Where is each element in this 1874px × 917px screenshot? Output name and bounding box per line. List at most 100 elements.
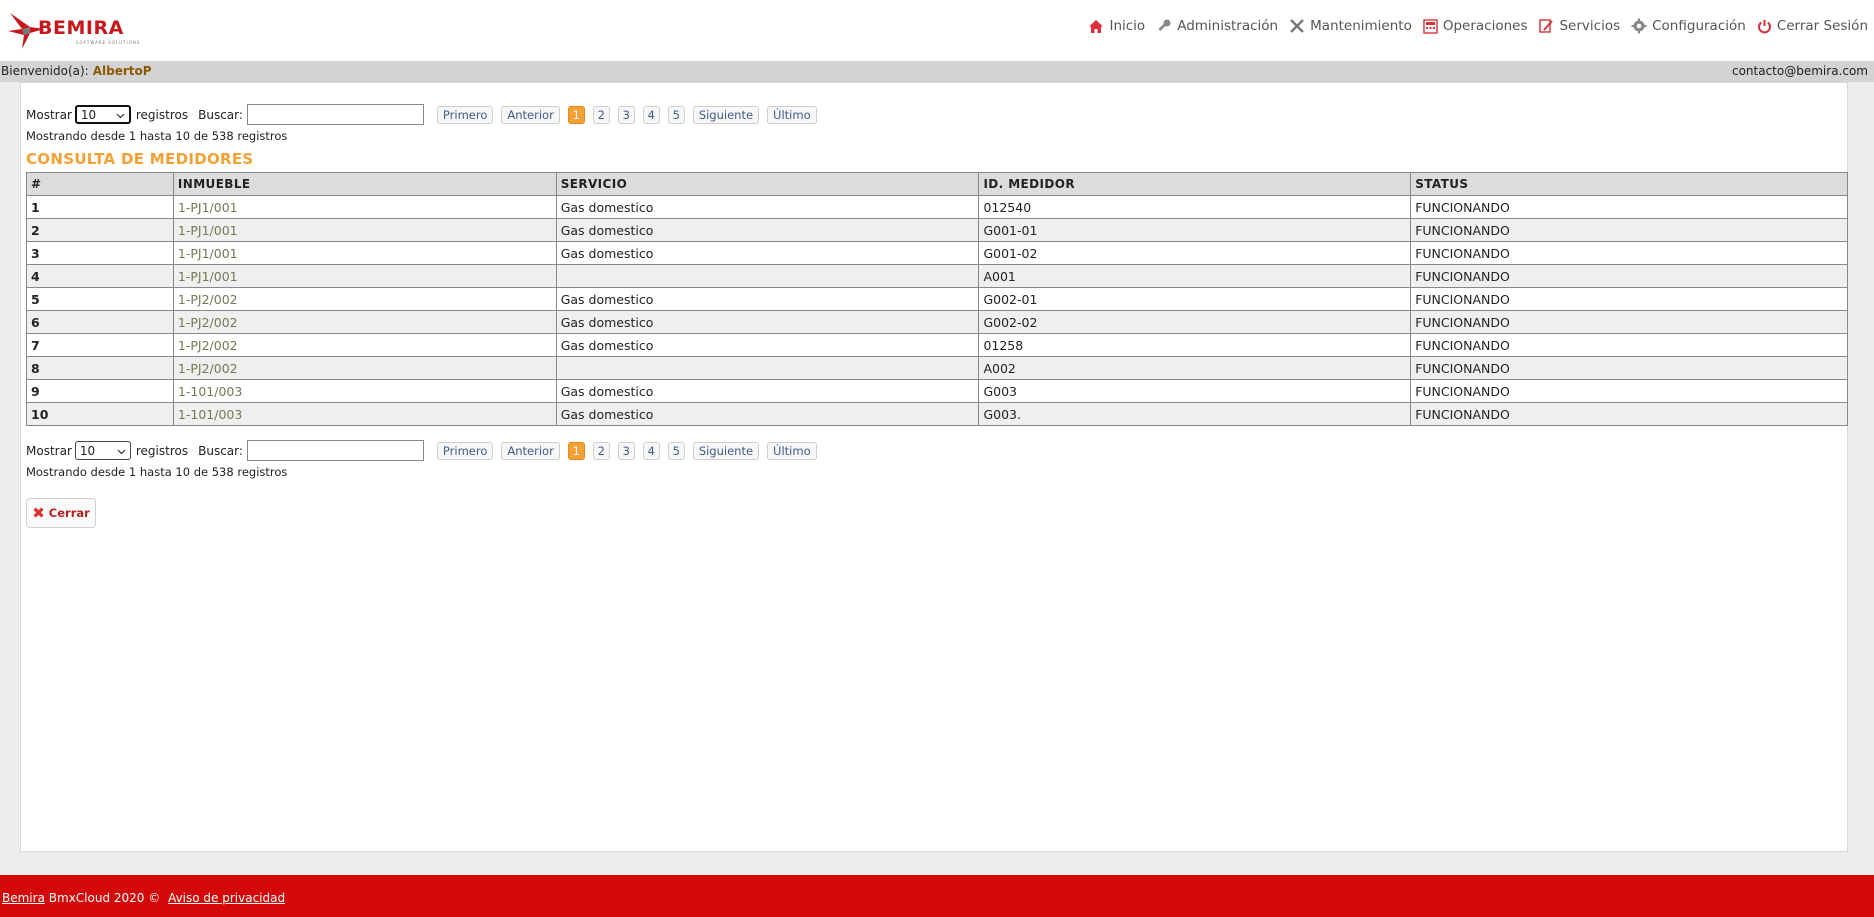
row-number: 3: [26, 241, 174, 265]
bemira-link[interactable]: Bemira: [2, 891, 45, 905]
bottom-controls: Mostrar 10 registros Buscar: Primero Ant…: [26, 440, 825, 461]
search-label: Buscar:: [198, 443, 243, 458]
logo-tagline: SOFTWARE SOLUTIONS: [76, 40, 141, 45]
tools-icon: [1289, 18, 1305, 34]
meters-table: # INMUEBLE SERVICIO ID. MEDIDOR STATUS 1…: [26, 172, 1848, 426]
logo-text: BEMIRA: [38, 17, 124, 39]
status-cell: FUNCIONANDO: [1410, 402, 1848, 426]
col-header-id-medidor[interactable]: ID. MEDIDOR: [978, 172, 1412, 196]
inmueble-link[interactable]: 1-PJ1/001: [172, 241, 557, 265]
page-size-select[interactable]: 10: [74, 441, 131, 460]
search-label: Buscar:: [198, 107, 243, 122]
pager-page-1[interactable]: 1: [567, 441, 585, 460]
pager-page-4[interactable]: 4: [642, 441, 660, 460]
medidor-cell: G002-02: [978, 310, 1412, 334]
pager-first-button[interactable]: Primero: [436, 441, 494, 460]
status-cell: FUNCIONANDO: [1410, 241, 1848, 265]
pager-prev-button[interactable]: Anterior: [501, 105, 560, 124]
pager-page-5[interactable]: 5: [667, 105, 685, 124]
row-number: 6: [26, 310, 174, 334]
nav-cerrar-sesion[interactable]: Cerrar Sesión: [1757, 18, 1868, 34]
row-number: 4: [26, 264, 174, 288]
status-cell: FUNCIONANDO: [1410, 264, 1848, 288]
nav-operaciones[interactable]: Operaciones: [1423, 18, 1527, 34]
inmueble-link[interactable]: 1-PJ2/002: [172, 333, 557, 357]
status-cell: FUNCIONANDO: [1410, 195, 1848, 219]
pager-prev-button[interactable]: Anterior: [501, 441, 560, 460]
pager-page-1[interactable]: 1: [567, 105, 585, 124]
privacy-link[interactable]: Aviso de privacidad: [168, 891, 285, 905]
search-input[interactable]: [246, 104, 424, 125]
table-row: 2 1-PJ1/001 Gas domestico G001-01 FUNCIO…: [26, 218, 1848, 242]
pager-last-button[interactable]: Último: [767, 441, 817, 460]
inmueble-link[interactable]: 1-PJ2/002: [172, 356, 557, 380]
inmueble-link[interactable]: 1-PJ2/002: [172, 287, 557, 311]
nav-inicio[interactable]: Inicio: [1088, 18, 1145, 34]
servicio-cell: Gas domestico: [555, 287, 980, 311]
medidor-cell: G002-01: [978, 287, 1412, 311]
pager-first-button[interactable]: Primero: [436, 105, 494, 124]
show-label: Mostrar: [26, 107, 72, 122]
servicio-cell: Gas domestico: [555, 333, 980, 357]
pager-next-button[interactable]: Siguiente: [692, 105, 760, 124]
inmueble-link[interactable]: 1-101/003: [172, 379, 557, 403]
home-icon: [1088, 19, 1104, 34]
medidor-cell: G001-02: [978, 241, 1412, 265]
user-name: AlbertoP: [92, 64, 152, 78]
power-icon: [1757, 19, 1772, 34]
medidor-cell: A001: [978, 264, 1412, 288]
servicio-cell: Gas domestico: [555, 218, 980, 242]
content-panel: Mostrar 10 registros Buscar: Primero Ant…: [20, 82, 1848, 852]
pager-page-3[interactable]: 3: [617, 105, 635, 124]
welcome-text: Bienvenido(a): AlbertoP: [1, 61, 152, 82]
pager-page-4[interactable]: 4: [642, 105, 660, 124]
top-controls: Mostrar 10 registros Buscar: Primero Ant…: [26, 104, 825, 125]
search-input[interactable]: [246, 440, 424, 461]
nav-servicios[interactable]: Servicios: [1538, 18, 1620, 34]
records-info: Mostrando desde 1 hasta 10 de 538 regist…: [26, 465, 288, 479]
pager-page-2[interactable]: 2: [592, 105, 610, 124]
inmueble-link[interactable]: 1-PJ1/001: [172, 264, 557, 288]
col-header-number[interactable]: #: [26, 172, 174, 196]
status-cell: FUNCIONANDO: [1410, 310, 1848, 334]
pagination: Primero Anterior 1 2 3 4 5 Siguiente Últ…: [436, 105, 825, 124]
nav-administracion[interactable]: Administración: [1156, 18, 1278, 34]
main-nav: Inicio Administración Mantenimiento Oper…: [1077, 18, 1868, 34]
col-header-servicio[interactable]: SERVICIO: [555, 172, 980, 196]
inmueble-link[interactable]: 1-PJ1/001: [172, 218, 557, 242]
nav-mantenimiento[interactable]: Mantenimiento: [1289, 18, 1412, 34]
col-header-status[interactable]: STATUS: [1410, 172, 1848, 196]
pager-last-button[interactable]: Último: [767, 105, 817, 124]
servicio-cell: [555, 356, 980, 380]
status-cell: FUNCIONANDO: [1410, 356, 1848, 380]
records-info: Mostrando desde 1 hasta 10 de 538 regist…: [26, 129, 288, 143]
row-number: 2: [26, 218, 174, 242]
key-icon: [1156, 18, 1172, 34]
row-number: 5: [26, 287, 174, 311]
inmueble-link[interactable]: 1-PJ2/002: [172, 310, 557, 334]
status-cell: FUNCIONANDO: [1410, 333, 1848, 357]
contact-email: contacto@bemira.com: [1731, 64, 1868, 78]
inmueble-link[interactable]: 1-101/003: [172, 402, 557, 426]
close-button[interactable]: ✖ Cerrar: [26, 498, 96, 528]
table-row: 10 1-101/003 Gas domestico G003. FUNCION…: [26, 402, 1848, 426]
table-row: 4 1-PJ1/001 A001 FUNCIONANDO: [26, 264, 1848, 288]
table-row: 8 1-PJ2/002 A002 FUNCIONANDO: [26, 356, 1848, 380]
table-row: 7 1-PJ2/002 Gas domestico 01258 FUNCIONA…: [26, 333, 1848, 357]
footer-copyright: BmxCloud 2020 ©: [48, 891, 161, 905]
table-row: 6 1-PJ2/002 Gas domestico G002-02 FUNCIO…: [26, 310, 1848, 334]
pager-page-3[interactable]: 3: [617, 441, 635, 460]
page-size-value: 10: [79, 443, 96, 458]
pager-page-2[interactable]: 2: [592, 441, 610, 460]
medidor-cell: 01258: [978, 333, 1412, 357]
pager-next-button[interactable]: Siguiente: [692, 441, 760, 460]
page-title: CONSULTA DE MEDIDORES: [26, 150, 254, 168]
pager-page-5[interactable]: 5: [667, 441, 685, 460]
servicio-cell: Gas domestico: [555, 379, 980, 403]
nav-configuracion[interactable]: Configuración: [1631, 18, 1746, 34]
col-header-inmueble[interactable]: INMUEBLE: [172, 172, 557, 196]
inmueble-link[interactable]: 1-PJ1/001: [172, 195, 557, 219]
page-size-select[interactable]: 10: [74, 105, 131, 124]
bemira-logo[interactable]: BEMIRA SOFTWARE SOLUTIONS: [8, 9, 139, 51]
nav-label: Mantenimiento: [1310, 18, 1412, 34]
